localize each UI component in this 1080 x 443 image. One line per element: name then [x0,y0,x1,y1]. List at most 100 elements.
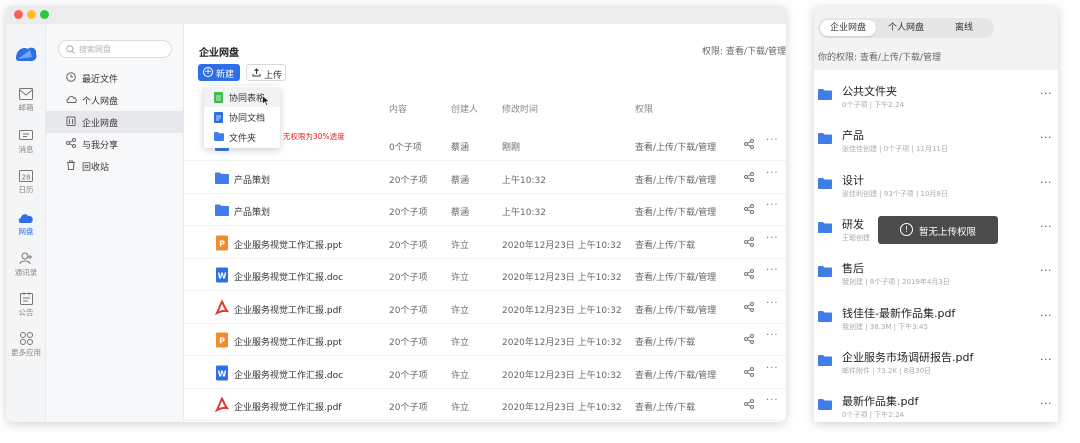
list-item[interactable]: 设计 张佳利创建 | 93个子项 | 10月8日 ··· [814,164,1058,208]
more-options-icon[interactable]: ··· [766,298,779,309]
share-icon[interactable] [744,236,754,247]
more-options-icon[interactable]: ··· [766,363,779,374]
new-dropdown-menu: 协同表格 协同文档 文件夹 [204,86,280,148]
sidebar-item-shared[interactable]: 与我分享 [46,133,184,155]
more-options-icon[interactable]: ··· [1040,131,1052,144]
folder-icon [818,177,832,189]
list-item-name: 公共文件夹 [842,85,897,98]
share-icon[interactable] [744,301,754,312]
list-item-meta: 我创建 | 38.3M | 下午3:45 [842,322,928,331]
main-panel: 企业网盘 权限: 查看/下载/管理 + 新建 上传 内容 创建人 修改时间 权限… [184,24,786,422]
table-row[interactable]: 企业服务视觉工作汇报.pdf 20个子项 许立 2020年12月23日 上午10:32… [184,292,786,324]
menu-item-folder[interactable]: 文件夹 [204,127,280,147]
permission-label: 权限: 查看/下载/管理 [702,47,786,57]
upload-button[interactable]: 上传 [246,64,286,81]
column-header-content[interactable]: 内容 [389,102,407,115]
upload-icon [252,68,261,77]
table-row[interactable]: P 企业服务视觉工作汇报.ppt 20个子项 许立 2020年12月23日 上午10:3… [184,324,786,356]
column-header-modified[interactable]: 修改时间 [502,102,538,115]
more-options-icon[interactable]: ··· [766,330,779,341]
sidebar-item-recent[interactable]: 最近文件 [46,67,184,89]
table-row[interactable]: 产品策划 20个子项 蔡涵 上午10:32 查看/上传/下载/管理 ··· [184,162,786,194]
more-options-icon[interactable]: ··· [766,168,779,179]
notice-icon [19,292,33,305]
menu-item-doc[interactable]: 协同文档 [204,107,280,127]
app-message[interactable]: 消息 [6,130,46,166]
app-cloud-drive[interactable]: 网盘 [6,212,46,248]
file-name[interactable]: 企业服务视觉工作汇报.doc [234,270,343,283]
list-item[interactable]: 售后 我创建 | 8个子项 | 2019年4月3日 ··· [814,252,1058,296]
toast: ! 暂无上传权限 [878,216,998,244]
more-options-icon[interactable]: ··· [766,135,779,146]
menu-item-sheet[interactable]: 协同表格 [204,87,280,107]
column-header-permission[interactable]: 权限 [635,102,653,115]
list-item[interactable]: 企业服务市场调研报告.pdf 邮件附件 | 73.2K | 8月30日 ··· [814,341,1058,385]
file-name[interactable]: 企业服务视觉工作汇报.ppt [234,238,342,251]
more-options-icon[interactable]: ··· [766,233,779,244]
app-contacts[interactable]: 通讯录 [6,252,46,288]
more-options-icon[interactable]: ··· [766,200,779,211]
app-calendar[interactable]: 28 日历 [6,170,46,206]
list-item[interactable]: 最新作品集.pdf 0个子项 | 下午2:24 ··· [814,385,1058,422]
list-item-name: 研发 [842,217,864,231]
app-notice[interactable]: 公告 [6,292,46,328]
file-content-count: 20个子项 [389,208,428,218]
list-item[interactable]: 钱佳佳-最新作品集.pdf 我创建 | 38.3M | 下午3:45 ··· [814,297,1058,341]
list-item[interactable]: 产品 张佳佳创建 | 0个子项 | 11月11日 ··· [814,119,1058,163]
more-options-icon[interactable]: ··· [1040,309,1052,322]
table-row[interactable]: 产品策划 20个子项 蔡涵 上午10:32 查看/上传/下载/管理 ··· [184,194,786,226]
more-options-icon[interactable]: ··· [766,395,779,406]
tab-enterprise-drive[interactable]: 企业网盘 [820,20,876,36]
file-permission: 查看/上传/下载 [635,338,696,348]
tab-personal-drive[interactable]: 个人网盘 [878,20,934,36]
file-creator: 蔡涵 [451,175,470,186]
more-options-icon[interactable]: ··· [1040,87,1052,100]
more-options-icon[interactable]: ··· [1040,176,1052,189]
share-icon[interactable] [744,334,754,344]
file-name[interactable]: 产品策划 [234,173,270,186]
maximize-window-button[interactable] [40,10,49,19]
more-options-icon[interactable]: ··· [1040,397,1052,410]
sidebar-item-personal-drive[interactable]: 个人网盘 [46,89,184,111]
table-row[interactable]: W 企业服务视觉工作汇报.doc 20个子项 许立 2020年12月23日 上午10:3… [184,357,786,389]
app-more-apps[interactable]: 更多应用 [6,332,46,368]
file-content-count: 20个子项 [389,403,428,413]
share-icon[interactable] [744,171,754,182]
column-header-creator[interactable]: 创建人 [451,102,478,115]
sidebar-item-label: 与我分享 [82,141,119,151]
no-permission-tip: 无权限为30%透度 [283,132,345,141]
share-icon[interactable] [744,269,754,279]
sheet-icon [214,92,223,103]
file-name[interactable]: 企业服务视觉工作汇报.pdf [234,303,341,316]
table-row[interactable]: P 企业服务视觉工作汇报.ppt 20个子项 许立 2020年12月23日 上午10:3… [184,227,786,259]
file-name[interactable]: 企业服务视觉工作汇报.ppt [234,335,342,348]
file-name[interactable]: 企业服务视觉工作汇报.doc [234,368,343,381]
list-item[interactable]: 公共文件夹 0个子项 | 下午2:24 ··· [814,75,1058,119]
tab-offline[interactable]: 离线 [936,20,992,36]
close-window-button[interactable] [14,10,23,19]
more-options-icon[interactable]: ··· [1040,264,1052,277]
file-modified-time: 上午10:32 [502,208,546,218]
new-button[interactable]: + 新建 [198,64,240,81]
more-options-icon[interactable]: ··· [1040,220,1052,233]
minimize-window-button[interactable] [27,10,36,19]
table-row[interactable]: W 企业服务视觉工作汇报.doc 20个子项 许立 2020年12月23日 上午10:3… [184,259,786,291]
sidebar-item-trash[interactable]: 回收站 [46,155,184,177]
share-icon[interactable] [744,399,754,409]
sidebar-item-enterprise-drive[interactable]: 企业网盘 [46,111,184,133]
share-icon[interactable] [744,204,754,214]
folder-icon [818,354,832,366]
menu-item-label: 文件夹 [229,134,257,144]
file-name[interactable]: 产品策划 [234,205,270,218]
share-icon[interactable] [744,139,754,149]
file-name[interactable]: 企业服务视觉工作汇报.pdf [234,400,341,413]
file-permission: 查看/上传/下载/管理 [635,273,717,283]
plus-icon: + [203,67,213,77]
share-icon[interactable] [744,366,754,377]
more-options-icon[interactable]: ··· [766,265,779,276]
file-permission: 查看/上传/下载/管理 [635,208,717,218]
app-mail[interactable]: 邮箱 [6,88,46,124]
table-row[interactable]: 企业服务视觉工作汇报.pdf 20个子项 许立 2020年12月23日 上午10:32… [184,389,786,421]
more-options-icon[interactable]: ··· [1040,353,1052,366]
search-input[interactable]: 搜索网盘 [58,40,172,58]
